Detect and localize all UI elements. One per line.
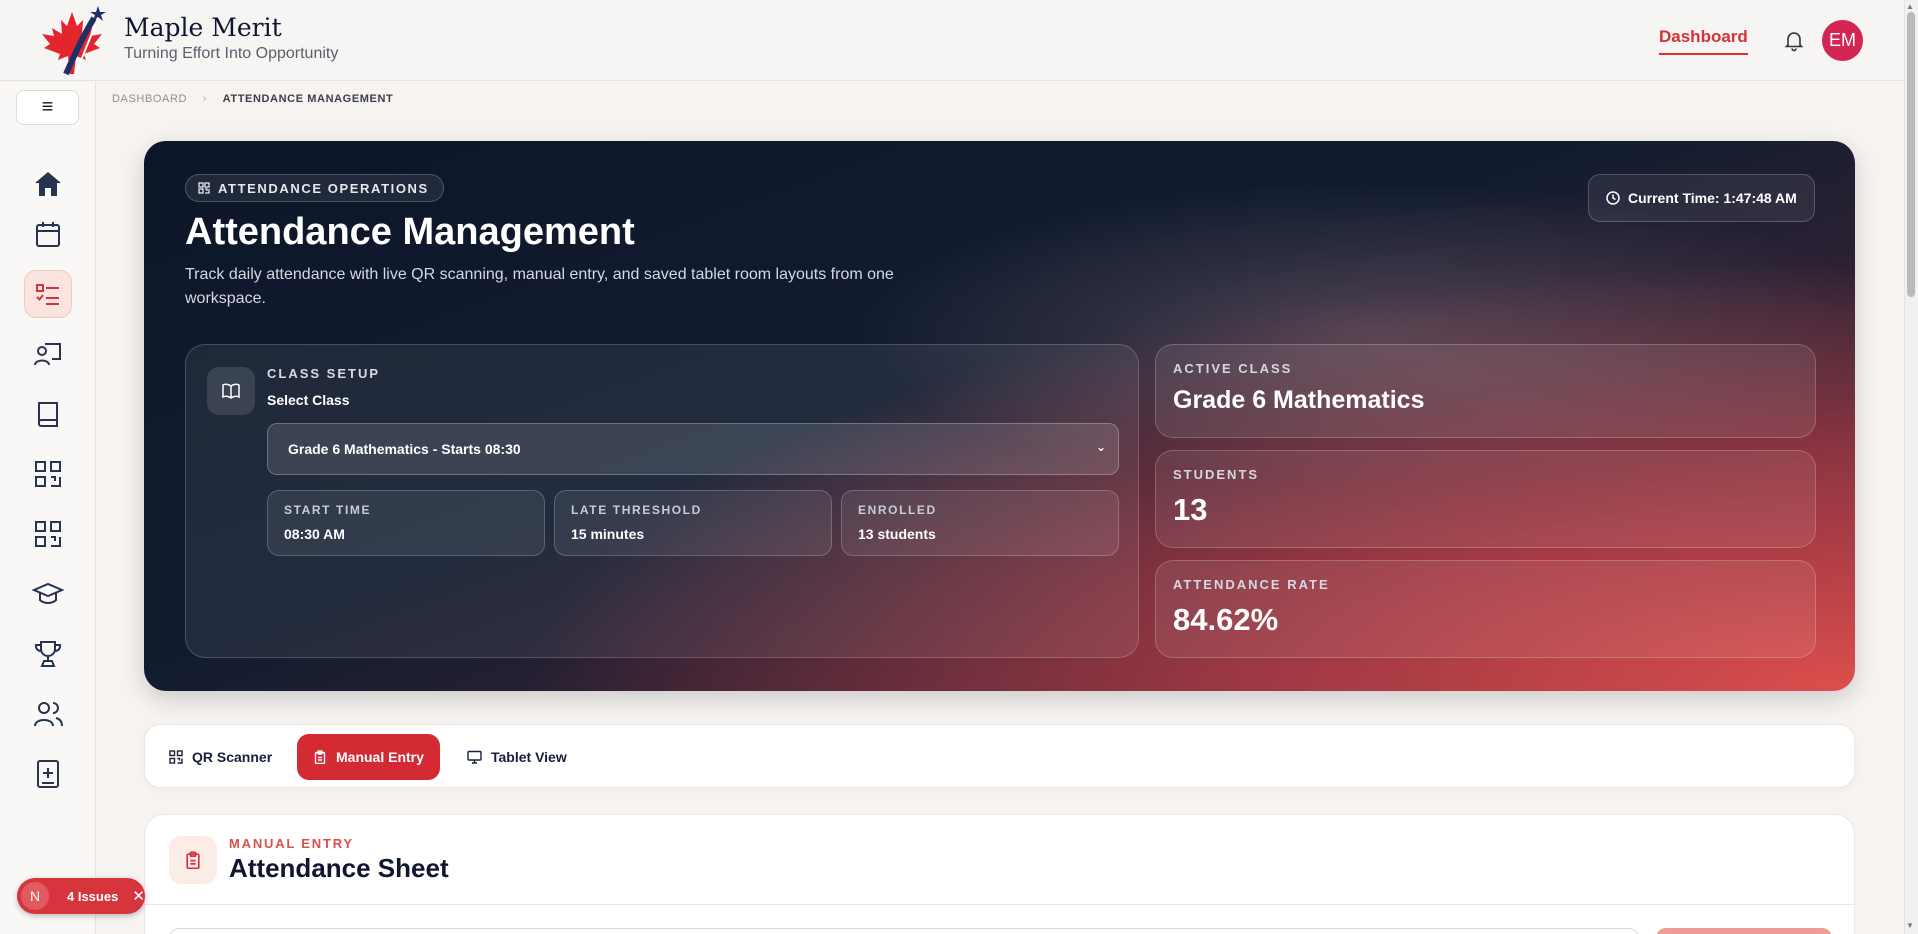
- current-time: Current Time: 1:47:48 AM: [1628, 190, 1797, 206]
- sidebar-item-users[interactable]: [24, 690, 72, 738]
- sheet-kicker: MANUAL ENTRY: [229, 836, 354, 851]
- start-time-value: 08:30 AM: [284, 526, 345, 542]
- home-icon: [35, 172, 61, 196]
- qr-code-icon: [35, 461, 61, 487]
- active-class-value: Grade 6 Mathematics: [1173, 386, 1425, 414]
- add-document-icon: [37, 760, 59, 788]
- scrollbar-thumb[interactable]: [1907, 12, 1915, 297]
- maple-leaf-logo-icon[interactable]: [36, 4, 112, 78]
- tab-qr-scanner-label: QR Scanner: [192, 749, 273, 765]
- hamburger-icon: ≡: [41, 96, 54, 118]
- graduation-cap-icon: [32, 582, 64, 604]
- hero-panel: ATTENDANCE OPERATIONS Attendance Managem…: [144, 141, 1855, 691]
- sidebar-item-home[interactable]: [24, 160, 72, 208]
- class-select-value: Grade 6 Mathematics - Starts 08:30: [288, 441, 521, 457]
- hero-badge-label: ATTENDANCE OPERATIONS: [218, 180, 429, 196]
- avatar[interactable]: EM: [1822, 20, 1863, 61]
- nav-dashboard-link[interactable]: Dashboard: [1659, 27, 1748, 55]
- active-class-card: ACTIVE CLASS Grade 6 Mathematics: [1155, 344, 1816, 438]
- attendance-sheet-card: MANUAL ENTRY Attendance Sheet: [144, 814, 1855, 934]
- mode-tabs: QR Scanner Manual Entry Tablet View: [144, 724, 1855, 788]
- checklist-icon: [36, 284, 59, 305]
- late-threshold-value: 15 minutes: [571, 526, 645, 542]
- book-icon-box: [207, 367, 255, 415]
- enrolled-value: 13 students: [858, 526, 936, 542]
- tab-tablet-view[interactable]: Tablet View: [451, 734, 583, 780]
- attendance-rate-value: 84.62%: [1173, 602, 1279, 637]
- clipboard-icon-box: [169, 836, 217, 884]
- sidebar-item-calendar[interactable]: [24, 210, 72, 258]
- breadcrumb-current: ATTENDANCE MANAGEMENT: [222, 93, 394, 105]
- sidebar: ≡: [0, 82, 96, 934]
- page-title: Attendance Management: [185, 211, 635, 253]
- book-icon: [38, 402, 58, 427]
- sidebar-item-graduation[interactable]: [24, 570, 72, 618]
- sidebar-item-book[interactable]: [24, 390, 72, 438]
- breadcrumb: DASHBOARD › ATTENDANCE MANAGEMENT: [112, 93, 393, 105]
- close-icon[interactable]: ✕: [132, 887, 145, 905]
- clipboard-icon: [314, 750, 326, 764]
- sheet-search-input[interactable]: [169, 928, 1639, 934]
- late-threshold-card: LATE THRESHOLD 15 minutes: [554, 490, 832, 556]
- students-label: STUDENTS: [1173, 467, 1260, 482]
- class-select[interactable]: Grade 6 Mathematics - Starts 08:30 ⌄: [267, 423, 1119, 475]
- start-time-card: START TIME 08:30 AM: [267, 490, 545, 556]
- divider: [145, 904, 1854, 905]
- presenter-icon: [34, 343, 61, 366]
- breadcrumb-home-link[interactable]: DASHBOARD: [112, 93, 187, 105]
- calendar-icon: [36, 222, 60, 247]
- tab-tablet-view-label: Tablet View: [491, 749, 567, 765]
- qr-code-icon: [169, 750, 183, 764]
- trophy-icon: [34, 641, 62, 667]
- class-setup-card: CLASS SETUP Select Class Grade 6 Mathema…: [185, 344, 1139, 658]
- clock-icon: [1606, 191, 1620, 205]
- brand-name: Maple Merit: [124, 13, 282, 42]
- sidebar-item-teacher[interactable]: [24, 330, 72, 378]
- tab-manual-entry[interactable]: Manual Entry: [297, 734, 440, 780]
- clipboard-icon: [186, 851, 200, 869]
- issues-label: 4 Issues: [67, 888, 119, 904]
- issues-badge: N: [21, 882, 49, 910]
- brand-tagline: Turning Effort Into Opportunity: [124, 45, 339, 62]
- sidebar-item-qr-scan[interactable]: [24, 450, 72, 498]
- open-book-icon: [222, 383, 240, 399]
- current-time-pill: Current Time: 1:47:48 AM: [1588, 174, 1815, 222]
- bell-icon[interactable]: [1782, 28, 1806, 52]
- users-icon: [34, 702, 63, 727]
- tab-manual-entry-label: Manual Entry: [336, 749, 424, 765]
- sidebar-item-qr-codes[interactable]: [24, 510, 72, 558]
- students-card: STUDENTS 13: [1155, 450, 1816, 548]
- menu-toggle-button[interactable]: ≡: [16, 90, 79, 125]
- enrolled-card: ENROLLED 13 students: [841, 490, 1119, 556]
- attendance-rate-label: ATTENDANCE RATE: [1173, 577, 1330, 592]
- hero-badge: ATTENDANCE OPERATIONS: [185, 174, 444, 202]
- chevron-down-icon: ⌄: [1095, 440, 1106, 454]
- page-subtitle: Track daily attendance with live QR scan…: [185, 266, 894, 307]
- scroll-up-arrow-icon[interactable]: ▲: [1906, 2, 1914, 11]
- sidebar-item-add-report[interactable]: [24, 750, 72, 798]
- class-setup-label: CLASS SETUP: [267, 366, 381, 381]
- qr-code-icon: [198, 182, 210, 194]
- sidebar-item-attendance[interactable]: [24, 270, 72, 318]
- attendance-rate-card: ATTENDANCE RATE 84.62%: [1155, 560, 1816, 658]
- qr-code-icon: [35, 521, 61, 547]
- sheet-action-button[interactable]: [1656, 928, 1832, 934]
- enrolled-label: ENROLLED: [858, 503, 937, 517]
- tab-qr-scanner[interactable]: QR Scanner: [153, 734, 288, 780]
- select-class-label: Select Class: [267, 392, 350, 408]
- students-value: 13: [1173, 492, 1208, 527]
- start-time-label: START TIME: [284, 503, 372, 517]
- scroll-down-arrow-icon[interactable]: ▼: [1906, 921, 1914, 930]
- sheet-title: Attendance Sheet: [229, 853, 449, 883]
- late-threshold-label: LATE THRESHOLD: [571, 503, 702, 517]
- sidebar-item-trophy[interactable]: [24, 630, 72, 678]
- chevron-right-icon: ›: [202, 93, 208, 105]
- brand: Maple Merit Turning Effort Into Opportun…: [124, 13, 338, 64]
- issues-indicator[interactable]: N 4 Issues ✕: [17, 878, 145, 914]
- top-header: Maple Merit Turning Effort Into Opportun…: [0, 0, 1904, 81]
- active-class-label: ACTIVE CLASS: [1173, 361, 1293, 376]
- monitor-icon: [467, 750, 482, 764]
